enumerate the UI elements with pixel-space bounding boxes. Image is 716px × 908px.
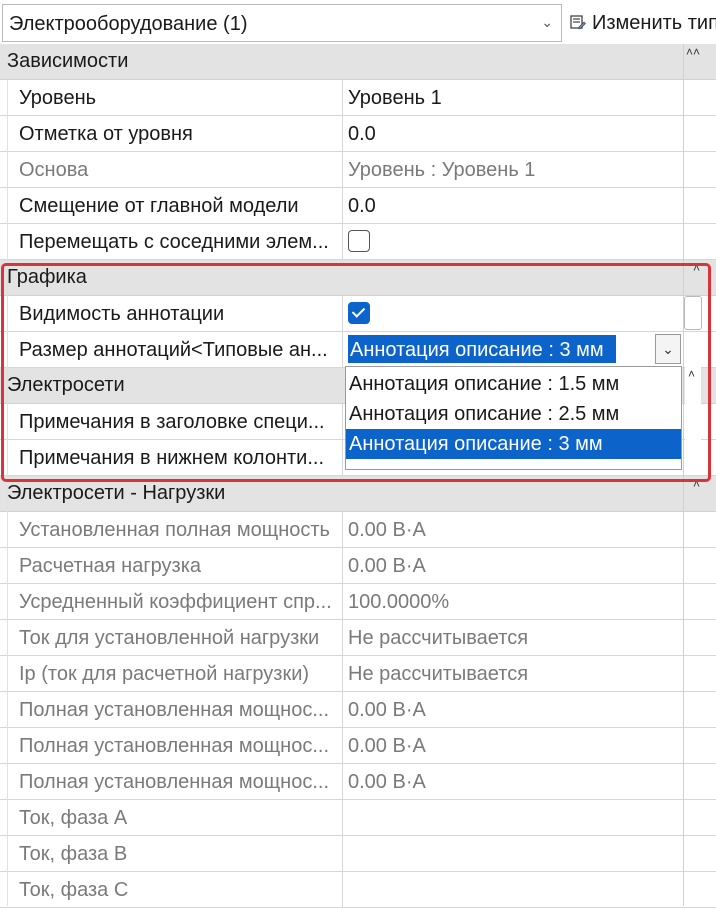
collapse-icon[interactable]: ˄	[693, 261, 700, 275]
property-value: 0.00 В·А	[348, 519, 426, 541]
property-name: Расчетная нагрузка	[7, 548, 343, 583]
property-row-annotation-size[interactable]: Размер аннотаций<Типовые ан... Аннотация…	[0, 332, 716, 368]
property-row: Ток для установленной нагрузки Не рассчи…	[0, 620, 716, 656]
property-name: Полная установленная мощнос...	[7, 764, 343, 799]
property-name: Перемещать с соседними элем...	[7, 224, 343, 259]
property-name: Полная установленная мощнос...	[7, 692, 343, 727]
property-value: 0.00 В·А	[348, 771, 426, 793]
dropdown-option[interactable]: Аннотация описание : 2.5 мм	[346, 399, 681, 429]
property-value[interactable]: 0.0	[348, 123, 376, 146]
property-row-annotation-visibility[interactable]: Видимость аннотации	[0, 296, 716, 332]
property-name: Примечания в нижнем колонти...	[7, 440, 343, 475]
type-selector-value: Электрооборудование (1)	[9, 13, 248, 35]
property-name: Размер аннотаций<Типовые ан...	[7, 332, 343, 367]
group-title: Графика	[7, 266, 87, 288]
collapse-icon[interactable]: ˄˄	[686, 45, 700, 59]
property-row-host: Основа Уровень : Уровень 1	[0, 152, 716, 188]
property-name: Полная установленная мощнос...	[7, 728, 343, 763]
property-name: Ток для установленной нагрузки	[7, 620, 343, 655]
grid-right-divider	[683, 44, 684, 906]
property-value[interactable]: 0.0	[348, 195, 376, 218]
annotation-size-dropdown-list: Аннотация описание : 1.5 мм Аннотация оп…	[345, 366, 682, 470]
property-row-level[interactable]: Уровень Уровень 1	[0, 80, 716, 116]
edit-type-icon	[570, 15, 586, 30]
property-name: Уровень	[7, 80, 343, 115]
type-selector[interactable]: Электрооборудование (1) ⌄	[2, 4, 562, 42]
property-row: Iр (ток для расчетной нагрузки) Не рассч…	[0, 656, 716, 692]
property-name: Отметка от уровня	[7, 116, 343, 151]
property-name: Ток, фаза B	[7, 836, 343, 871]
annotation-visibility-checkbox[interactable]	[348, 302, 370, 324]
property-value: 0.00 В·А	[348, 699, 426, 721]
properties-header: Электрооборудование (1) ⌄ Изменить тип	[0, 0, 716, 44]
property-name: Видимость аннотации	[7, 296, 343, 331]
property-name: Усредненный коэффициент спр...	[7, 584, 343, 619]
group-header-dependencies[interactable]: Зависимости ˄˄	[0, 44, 716, 80]
property-name: Iр (ток для расчетной нагрузки)	[7, 656, 343, 691]
group-header-graphics[interactable]: Графика ˄	[0, 260, 716, 296]
property-row: Ток, фаза B	[0, 836, 716, 872]
grid-left-divider	[7, 80, 8, 906]
property-name: Ток, фаза A	[7, 800, 343, 835]
property-row: Полная установленная мощнос... 0.00 В·А	[0, 728, 716, 764]
property-row: Полная установленная мощнос... 0.00 В·А	[0, 692, 716, 728]
property-value: Не рассчитывается	[348, 663, 529, 685]
property-value[interactable]: Уровень 1	[348, 87, 442, 110]
property-row-offset[interactable]: Отметка от уровня 0.0	[0, 116, 716, 152]
edit-type-label: Изменить тип	[592, 12, 716, 34]
property-name: Основа	[7, 152, 343, 187]
property-row: Полная установленная мощнос... 0.00 В·А	[0, 764, 716, 800]
dropdown-scrollbar[interactable]: ˄	[685, 366, 701, 470]
property-grid: Зависимости ˄˄ Уровень Уровень 1 Отметка…	[0, 44, 716, 908]
property-row-host-offset[interactable]: Смещение от главной модели 0.0	[0, 188, 716, 224]
scrollbar-thumb[interactable]	[684, 296, 702, 330]
annotation-size-combobox[interactable]: Аннотация описание : 3 мм	[348, 335, 616, 363]
collapse-icon[interactable]: ˄	[693, 477, 700, 491]
property-name: Смещение от главной модели	[7, 188, 343, 223]
chevron-down-icon[interactable]: ⌄	[655, 334, 681, 364]
property-value: 0.00 В·А	[348, 555, 426, 577]
group-title: Электросети	[7, 374, 125, 396]
property-row: Ток, фаза A	[0, 800, 716, 836]
chevron-down-icon: ⌄	[541, 14, 553, 30]
property-name: Установленная полная мощность	[7, 512, 343, 547]
property-value: 0.00 В·А	[348, 735, 426, 757]
scroll-up-icon[interactable]: ˄	[688, 367, 695, 381]
group-title: Зависимости	[7, 50, 129, 72]
dropdown-option-selected[interactable]: Аннотация описание : 3 мм	[346, 429, 681, 459]
group-title: Электросети - Нагрузки	[7, 482, 226, 504]
move-with-neighbors-checkbox[interactable]	[348, 230, 370, 252]
property-row: Расчетная нагрузка 0.00 В·А	[0, 548, 716, 584]
property-value: Уровень : Уровень 1	[348, 159, 536, 181]
group-header-loads[interactable]: Электросети - Нагрузки ˄	[0, 476, 716, 512]
property-row: Усредненный коэффициент спр... 100.0000%	[0, 584, 716, 620]
property-name: Примечания в заголовке специ...	[7, 404, 343, 439]
property-value: 100.0000%	[348, 591, 450, 613]
property-row: Ток, фаза C	[0, 872, 716, 908]
dropdown-option[interactable]: Аннотация описание : 1.5 мм	[346, 369, 681, 399]
combobox-selected-value: Аннотация описание : 3 мм	[350, 339, 604, 361]
property-value: Не рассчитывается	[348, 627, 529, 649]
property-row-move-with-neighbors[interactable]: Перемещать с соседними элем...	[0, 224, 716, 260]
property-name: Ток, фаза C	[7, 872, 343, 907]
property-row: Установленная полная мощность 0.00 В·А	[0, 512, 716, 548]
